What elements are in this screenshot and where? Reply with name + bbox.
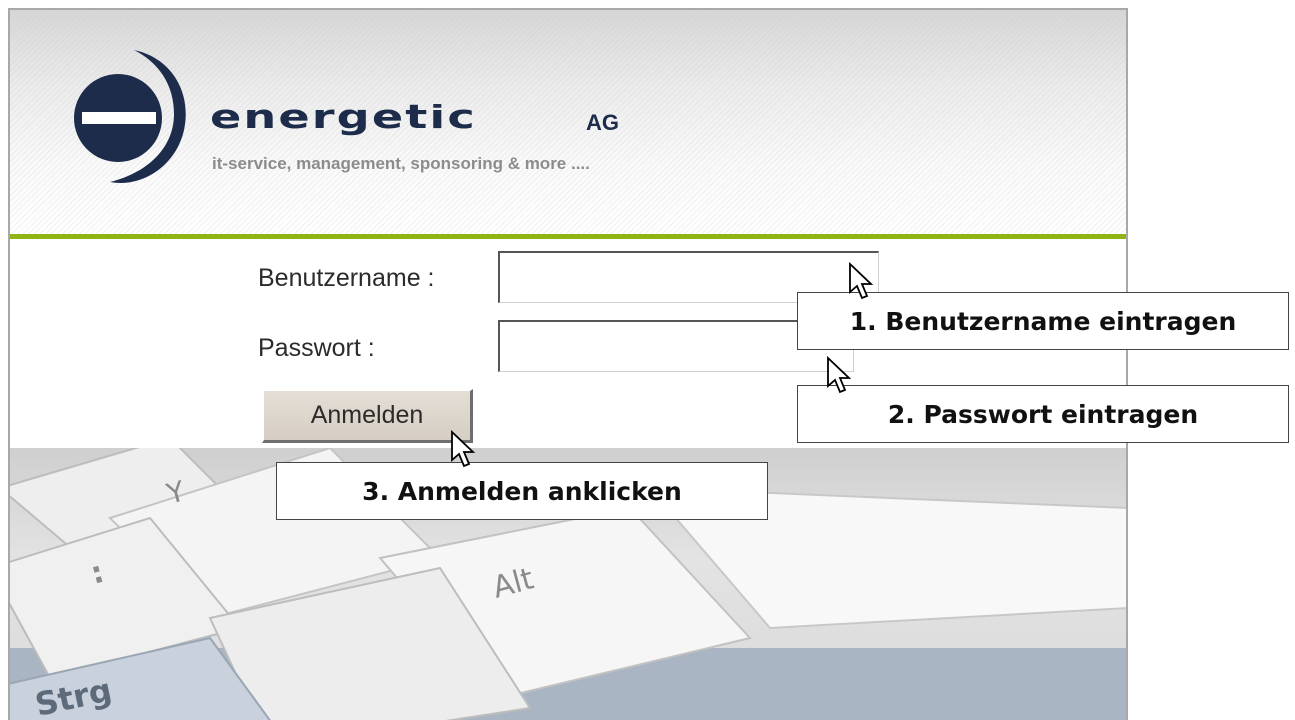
login-page: energetic AG it-service, management, spo… — [8, 8, 1128, 720]
instruction-step-2: 2. Passwort eintragen — [797, 385, 1289, 443]
energetic-logo-icon — [74, 50, 186, 183]
instruction-step-3: 3. Anmelden anklicken — [276, 462, 768, 520]
wordmark-suffix: AG — [586, 110, 619, 135]
header: energetic AG it-service, management, spo… — [10, 10, 1126, 234]
tagline: it-service, management, sponsoring & mor… — [212, 154, 590, 173]
cursor-arrow-icon — [827, 356, 852, 394]
cursor-arrow-icon — [849, 262, 874, 300]
wordmark-text: energetic — [210, 104, 477, 136]
cursor-arrow-icon — [451, 430, 476, 468]
password-label: Passwort : — [258, 334, 375, 362]
username-label: Benutzername : — [258, 264, 435, 292]
login-button[interactable]: Anmelden — [262, 389, 473, 443]
energetic-wordmark: energetic AG — [210, 104, 619, 136]
